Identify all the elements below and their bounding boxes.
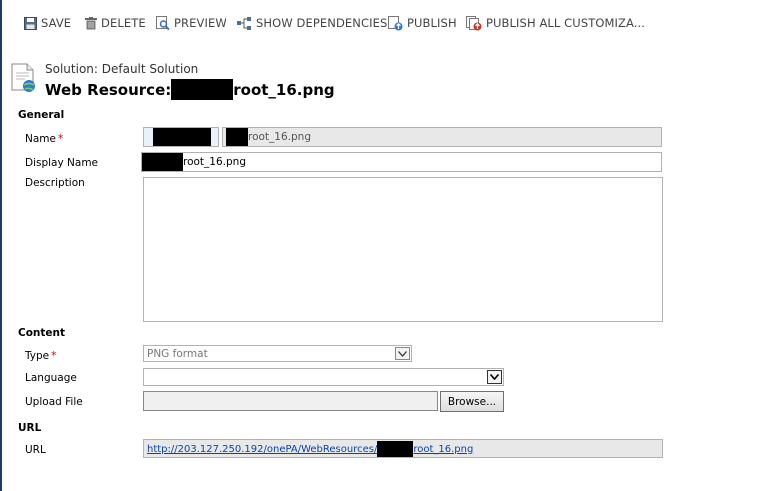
upload-file-label: Upload File — [25, 396, 83, 408]
chevron-down-icon — [395, 347, 410, 360]
type-select-value: PNG format — [147, 347, 208, 360]
browse-button[interactable]: Browse... — [440, 391, 504, 412]
page-title: Web Resource: root_16.png — [45, 79, 335, 100]
name-field-value: root_16.png — [248, 131, 311, 143]
save-label: SAVE — [41, 16, 72, 30]
display-name-value: root_16.png — [183, 156, 246, 168]
trash-icon — [85, 16, 97, 29]
window-left-border — [0, 0, 2, 491]
save-button[interactable]: SAVE — [24, 14, 71, 32]
redacted-block — [171, 79, 234, 100]
type-label: Type * — [25, 350, 57, 362]
chevron-down-icon — [487, 370, 502, 384]
dependencies-icon — [237, 16, 251, 30]
web-resource-icon — [11, 63, 37, 97]
redacted-block — [153, 128, 211, 146]
publish-icon — [388, 15, 403, 30]
language-select[interactable] — [143, 368, 504, 386]
preview-label: PREVIEW — [174, 16, 227, 30]
url-link[interactable]: http://203.127.250.192/onePA/WebResource… — [147, 440, 473, 457]
show-dependencies-label: SHOW DEPENDENCIES — [256, 16, 388, 30]
url-label: URL — [25, 444, 46, 456]
redacted-block — [142, 153, 183, 171]
url-field: http://203.127.250.192/onePA/WebResource… — [143, 439, 663, 458]
upload-file-input[interactable] — [143, 391, 438, 411]
name-field: root_16.png — [222, 127, 662, 147]
description-label: Description — [25, 177, 85, 189]
page-title-prefix: Web Resource: — [45, 80, 172, 99]
preview-button[interactable]: PREVIEW — [156, 14, 227, 32]
publish-button[interactable]: PUBLISH — [388, 14, 457, 32]
name-prefix-field — [143, 127, 219, 147]
section-url: URL — [18, 422, 42, 434]
publish-label: PUBLISH — [407, 16, 457, 30]
show-dependencies-button[interactable]: SHOW DEPENDENCIES — [237, 14, 387, 32]
language-label: Language — [25, 372, 77, 384]
display-name-field[interactable]: root_16.png — [141, 152, 662, 172]
solution-label: Solution: Default Solution — [45, 62, 199, 76]
preview-icon — [156, 16, 170, 30]
description-textarea[interactable] — [143, 177, 663, 322]
redacted-block — [226, 128, 248, 146]
publish-all-label: PUBLISH ALL CUSTOMIZA... — [486, 16, 646, 30]
page-title-suffix: root_16.png — [233, 80, 335, 99]
section-content: Content — [18, 327, 66, 339]
type-select[interactable]: PNG format — [143, 345, 412, 362]
publish-all-button[interactable]: PUBLISH ALL CUSTOMIZA... — [466, 14, 645, 32]
delete-label: DELETE — [101, 16, 146, 30]
save-icon — [24, 16, 37, 30]
publish-all-icon — [466, 15, 482, 30]
command-bar: SAVE DELETE PREVIEW SHOW DEPENDENCIES PU… — [0, 0, 780, 44]
name-label: Name * — [25, 133, 64, 145]
display-name-label: Display Name — [25, 157, 99, 169]
section-general: General — [18, 109, 65, 121]
redacted-block — [377, 440, 414, 457]
delete-button[interactable]: DELETE — [85, 14, 146, 32]
